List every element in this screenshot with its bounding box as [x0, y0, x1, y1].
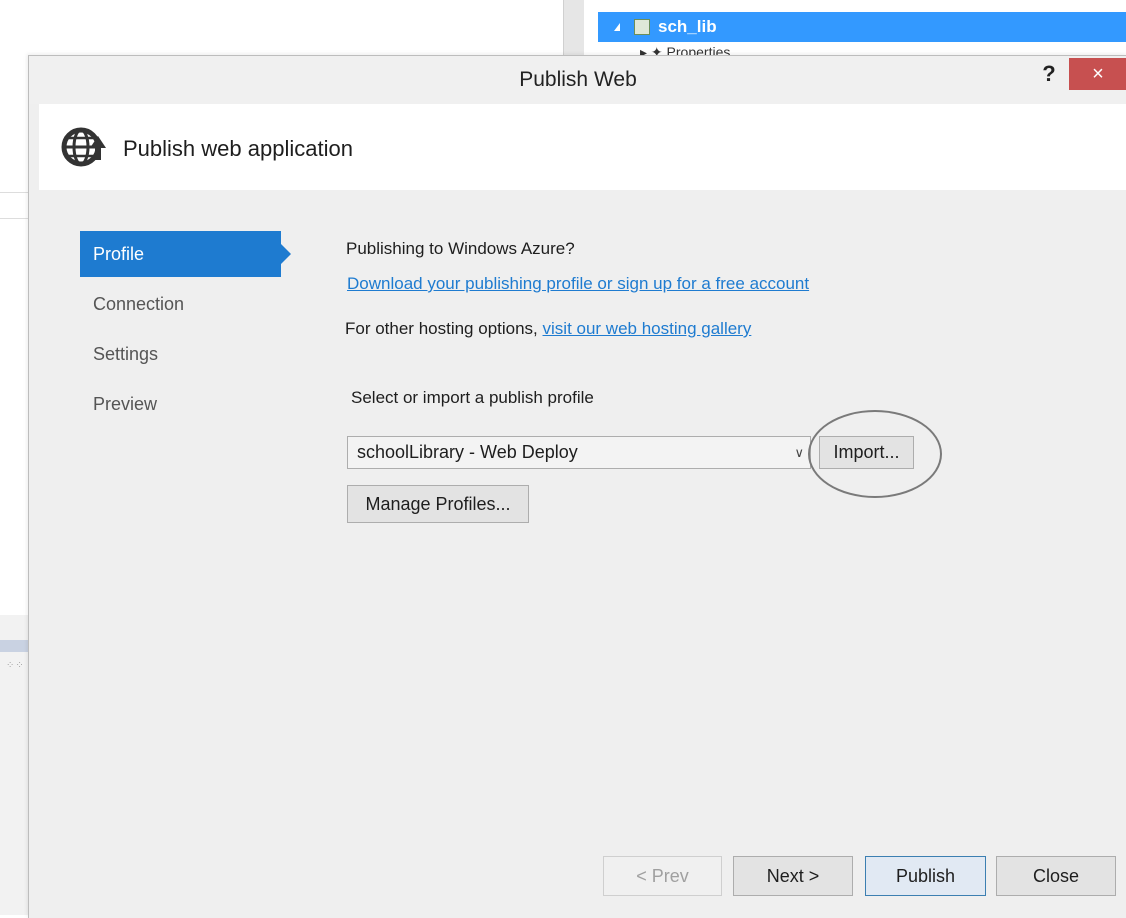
close-button[interactable]: Close — [996, 856, 1116, 896]
tree-item-label: sch_lib — [658, 17, 717, 36]
hosting-gallery-link[interactable]: visit our web hosting gallery — [543, 319, 752, 338]
select-profile-label: Select or import a publish profile — [351, 388, 594, 407]
nav-item-label: Settings — [93, 344, 159, 364]
dialog-titlebar[interactable]: Publish Web ? × — [29, 56, 1126, 104]
import-button[interactable]: Import... — [819, 436, 914, 469]
download-profile-link[interactable]: Download your publishing profile or sign… — [347, 274, 809, 294]
background-ide-tab — [0, 640, 30, 652]
azure-question: Publishing to Windows Azure? — [346, 239, 575, 258]
publish-profile-select[interactable]: schoolLibrary - Web Deploy ∨ — [347, 436, 811, 469]
project-icon — [634, 19, 650, 35]
solution-tree-selected-item[interactable]: sch_lib — [598, 12, 1126, 42]
other-hosting-prefix: For other hosting options, — [345, 319, 543, 338]
dialog-header: Publish web application — [39, 104, 1126, 190]
header-title: Publish web application — [123, 136, 353, 161]
nav-item-connection[interactable]: Connection — [80, 281, 295, 327]
grip-dots-icon: ⁘⁘ — [6, 660, 25, 671]
dialog-title: Publish Web — [519, 68, 637, 91]
nav-item-profile[interactable]: Profile — [80, 231, 291, 277]
nav-item-label: Profile — [93, 244, 145, 264]
next-button[interactable]: Next > — [733, 856, 853, 896]
nav-item-preview[interactable]: Preview — [80, 381, 295, 427]
nav-item-settings[interactable]: Settings — [80, 331, 295, 377]
chevron-down-icon: ∨ — [794, 445, 804, 460]
help-button[interactable]: ? — [1037, 58, 1061, 90]
close-window-button[interactable]: × — [1069, 58, 1126, 90]
nav-item-label: Connection — [93, 294, 185, 314]
publish-web-dialog: Publish Web ? × Publish web application … — [28, 55, 1126, 918]
other-hosting-text: For other hosting options, visit our web… — [345, 319, 751, 339]
globe-upload-icon — [61, 127, 106, 167]
nav-item-label: Preview — [93, 394, 158, 414]
manage-profiles-button[interactable]: Manage Profiles... — [347, 485, 529, 523]
background-ide-panel — [563, 0, 584, 56]
selected-profile: schoolLibrary - Web Deploy — [357, 442, 578, 462]
expand-arrow-icon[interactable] — [614, 23, 620, 31]
prev-button[interactable]: < Prev — [603, 856, 722, 896]
wizard-nav: Profile Connection Settings Preview — [80, 231, 295, 431]
publish-button[interactable]: Publish — [865, 856, 986, 896]
